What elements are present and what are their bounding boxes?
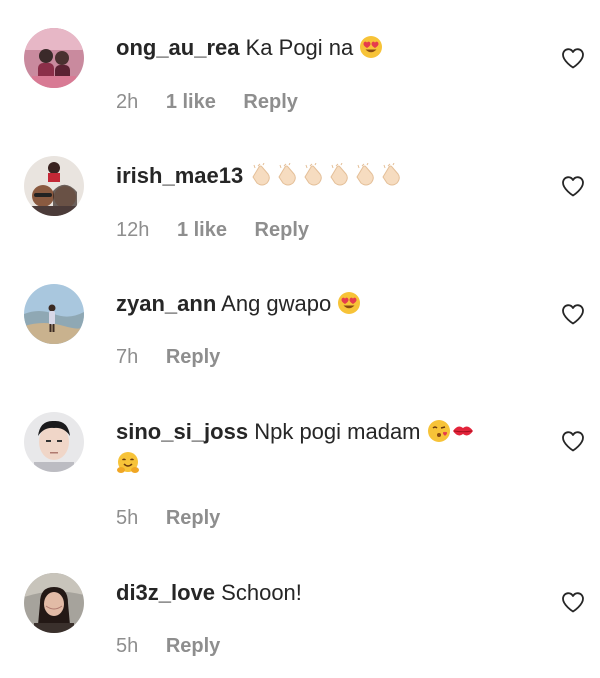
kiss-mark-emoji-icon [451, 419, 475, 450]
comment-text: Ka Pogi na [245, 35, 354, 60]
comment-time: 5h [116, 507, 139, 529]
comment-meta: 2h 1 like Reply [116, 90, 320, 114]
avatar[interactable] [24, 28, 84, 88]
comment-time: 2h [116, 91, 139, 113]
like-heart-icon[interactable] [561, 47, 585, 69]
reply-button[interactable]: Reply [243, 91, 297, 113]
face-blowing-kiss-emoji-icon [427, 419, 451, 450]
hugging-face-emoji-icon [116, 451, 140, 482]
comments-list: ong_au_rea Ka Pogi na 2h 1 like Reply ir… [0, 0, 600, 678]
comment-meta: 12h 1 like Reply [116, 218, 331, 242]
comment-meta: 5h Reply [116, 506, 242, 530]
comment-meta: 5h Reply [116, 634, 242, 658]
comment-time: 5h [116, 635, 139, 657]
reply-button[interactable]: Reply [166, 507, 220, 529]
reply-button[interactable]: Reply [255, 219, 309, 241]
comment-username[interactable]: zyan_ann [116, 291, 216, 316]
comment-username[interactable]: di3z_love [116, 580, 215, 605]
like-heart-icon[interactable] [561, 175, 585, 197]
avatar-photo-icon [24, 573, 84, 633]
like-heart-icon[interactable] [561, 430, 585, 452]
reply-button[interactable]: Reply [166, 346, 220, 368]
comment-username[interactable]: ong_au_rea [116, 35, 240, 60]
clapping-hands-emoji-icon [379, 162, 405, 194]
avatar[interactable] [24, 412, 84, 472]
comment-likes[interactable]: 1 like [166, 91, 216, 113]
clapping-hands-emoji-row [249, 162, 405, 188]
comment-username[interactable]: irish_mae13 [116, 163, 243, 188]
like-heart-icon[interactable] [561, 303, 585, 325]
comment-time: 12h [116, 219, 150, 241]
like-heart-icon[interactable] [561, 591, 585, 613]
comment-text: Schoon! [221, 580, 302, 605]
comment-text: Ang gwapo [221, 291, 332, 316]
avatar[interactable] [24, 573, 84, 633]
avatar-photo-icon [24, 156, 84, 216]
avatar-photo-icon [24, 412, 84, 472]
comment-time: 7h [116, 346, 139, 368]
clapping-hands-emoji-icon [353, 162, 379, 194]
avatar-photo-icon [24, 28, 84, 88]
clapping-hands-emoji-icon [327, 162, 353, 194]
comment-username[interactable]: sino_si_joss [116, 419, 248, 444]
reply-button[interactable]: Reply [166, 635, 220, 657]
clapping-hands-emoji-icon [301, 162, 327, 194]
comment-meta: 7h Reply [116, 345, 242, 369]
avatar[interactable] [24, 156, 84, 216]
comment-text: Npk pogi madam [254, 419, 421, 444]
comment-likes[interactable]: 1 like [177, 219, 227, 241]
avatar[interactable] [24, 284, 84, 344]
heart-eyes-emoji-icon [359, 35, 383, 66]
heart-eyes-emoji-icon [337, 291, 361, 322]
clapping-hands-emoji-icon [249, 162, 275, 194]
clapping-hands-emoji-icon [275, 162, 301, 194]
avatar-photo-icon [24, 284, 84, 344]
